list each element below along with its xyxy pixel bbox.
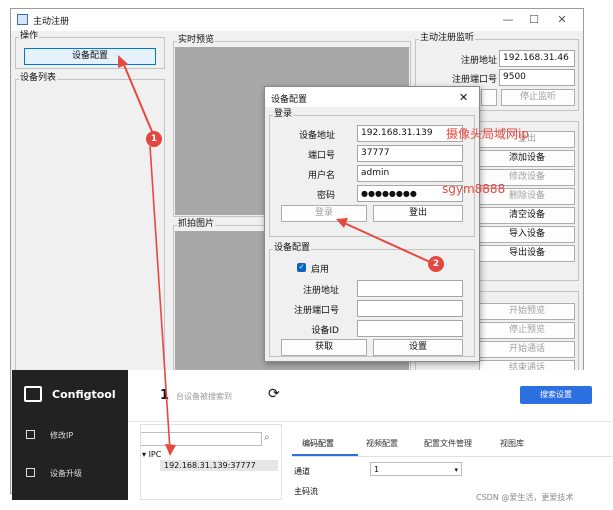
step-marker-2: 2: [428, 256, 444, 272]
annotation-arrows: [118, 55, 431, 456]
arrow-head-3: [165, 444, 176, 456]
password-annotation: sgym8888: [442, 182, 506, 196]
step-marker-1: 1: [146, 131, 162, 147]
camera-ip-annotation: 摄像头局域网ip: [446, 127, 529, 141]
arrow-to-config-button: [121, 59, 154, 135]
arrow-to-login: [341, 221, 431, 263]
arrow-head-1: [118, 55, 128, 68]
watermark: CSDN @爱生活，更爱技术: [476, 493, 574, 502]
arrow-to-tree-item: [149, 145, 171, 451]
